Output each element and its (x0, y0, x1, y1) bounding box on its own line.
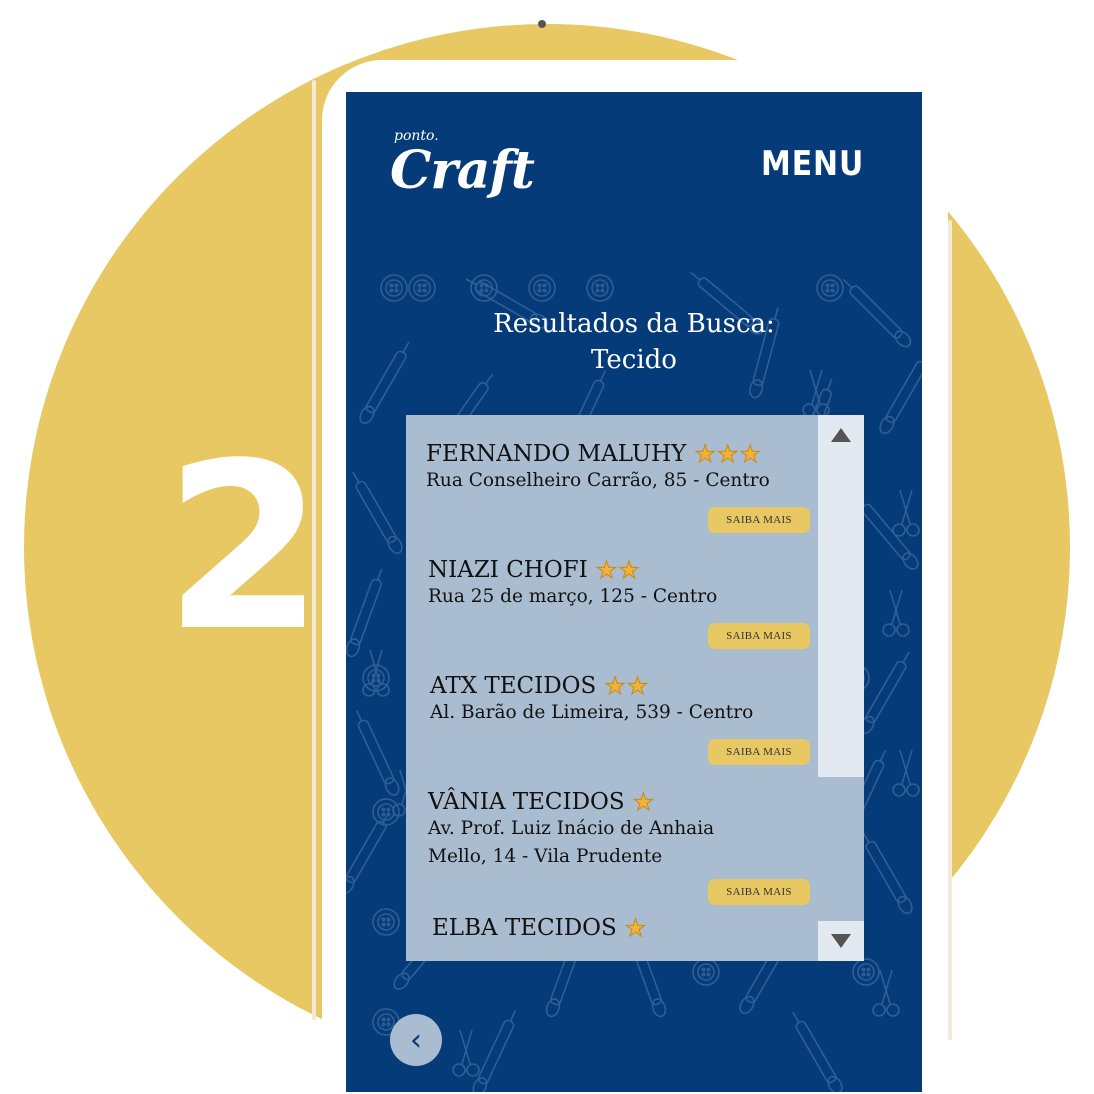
step-number: 2 (164, 415, 324, 682)
star-icon: ★ (739, 440, 761, 468)
list-item: ATX TECIDOS ★ ★ Al. Barão de Limeira, 539… (430, 673, 842, 727)
store-name: VÂNIA TECIDOS (428, 789, 625, 815)
star-icon: ★ (604, 672, 626, 700)
rating-stars: ★ ★ (595, 556, 641, 584)
scrollbar-thumb[interactable] (818, 455, 864, 777)
store-address: Rua Conselheiro Carrão, 85 - Centro (426, 470, 770, 491)
store-name: NIAZI CHOFI (428, 557, 588, 583)
store-name: ATX TECIDOS (430, 673, 597, 699)
triangle-up-icon (831, 428, 851, 442)
star-icon: ★ (632, 788, 655, 816)
star-icon: ★ (624, 914, 647, 942)
rating-stars: ★ ★ ★ (694, 440, 762, 468)
store-address-line2: Mello, 14 - Vila Prudente (428, 846, 663, 867)
logo[interactable]: Craft (390, 140, 535, 201)
star-icon: ★ (694, 440, 716, 468)
list-item: NIAZI CHOFI ★ ★ Rua 25 de março, 125 - Ce… (428, 557, 840, 611)
results-title: Resultados da Busca: Tecido (346, 306, 922, 378)
saiba-mais-button[interactable]: SAIBA MAIS (708, 739, 810, 765)
list-item: ELBA TECIDOS ★ (432, 915, 844, 941)
list-item: VÂNIA TECIDOS ★ Av. Prof. Luiz Inácio de… (428, 789, 840, 871)
saiba-mais-button[interactable]: SAIBA MAIS (708, 507, 810, 533)
chevron-left-icon: ‹ (410, 1022, 422, 1058)
star-icon: ★ (618, 556, 640, 584)
store-address: Rua 25 de março, 125 - Centro (428, 586, 718, 607)
phone-edge-left (312, 80, 316, 1020)
phone-camera (538, 20, 546, 28)
app-screen: ponto. Craft MENU Resultados da Busca: T… (346, 92, 922, 1092)
results-list[interactable]: FERNANDO MALUHY ★ ★ ★ Rua Conselheiro Carr… (406, 415, 864, 961)
store-address-line1: Av. Prof. Luiz Inácio de Anhaia (428, 818, 715, 839)
saiba-mais-button[interactable]: SAIBA MAIS (708, 623, 810, 649)
rating-stars: ★ (632, 788, 656, 816)
store-name: ELBA TECIDOS (432, 915, 617, 941)
results-title-line1: Resultados da Busca: (493, 309, 775, 339)
rating-stars: ★ (624, 914, 648, 942)
list-item: FERNANDO MALUHY ★ ★ ★ Rua Conselheiro Carr… (426, 441, 838, 495)
menu-button[interactable]: MENU (761, 144, 864, 184)
phone-edge-right (948, 220, 952, 1040)
store-address: Al. Barão de Limeira, 539 - Centro (430, 702, 754, 723)
back-button[interactable]: ‹ (390, 1014, 442, 1066)
star-icon: ★ (595, 556, 618, 584)
rating-stars: ★ ★ (604, 672, 649, 700)
saiba-mais-button[interactable]: SAIBA MAIS (708, 879, 810, 905)
results-title-query: Tecido (591, 345, 677, 375)
store-name: FERNANDO MALUHY (426, 441, 687, 467)
star-icon: ★ (716, 440, 739, 468)
star-icon: ★ (626, 672, 649, 700)
